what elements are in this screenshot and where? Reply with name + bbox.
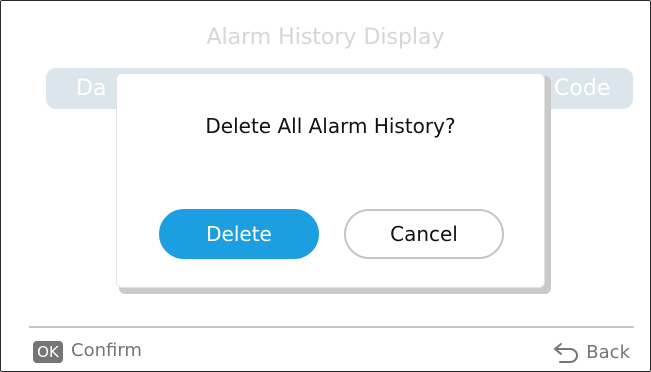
delete-button[interactable]: Delete xyxy=(159,209,319,259)
column-header-date: Da xyxy=(76,76,107,101)
return-arrow-icon xyxy=(552,341,580,363)
back-button[interactable]: Back xyxy=(552,339,630,365)
alarm-history-screen: Alarm History Display Da Code Delete All… xyxy=(0,0,651,372)
column-header-code: Code xyxy=(554,76,611,101)
page-title: Alarm History Display xyxy=(206,25,445,50)
footer-divider xyxy=(29,326,634,328)
back-label: Back xyxy=(586,341,630,363)
cancel-button[interactable]: Cancel xyxy=(344,209,504,259)
dialog-message: Delete All Alarm History? xyxy=(205,114,456,138)
ok-key-badge: OK xyxy=(33,341,63,363)
confirm-delete-dialog: Delete All Alarm History? Delete Cancel xyxy=(116,73,545,288)
confirm-label: Confirm xyxy=(71,340,142,361)
